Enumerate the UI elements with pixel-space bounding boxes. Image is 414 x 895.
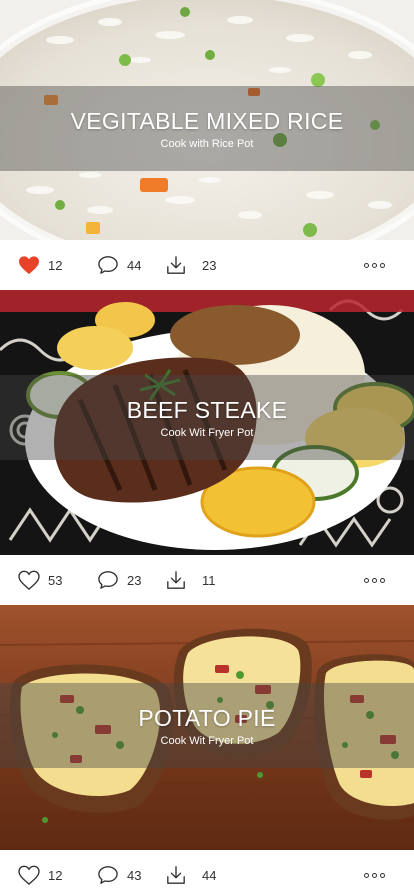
save-count: 23 [202, 257, 217, 273]
recipe-subtitle: Cook Wit Fryer Pot [160, 734, 254, 747]
comment-button[interactable]: 43 [97, 850, 141, 895]
recipe-photo[interactable]: BEEF STEAKE Cook Wit Fryer Pot [0, 290, 414, 555]
recipe-subtitle: Cook Wit Fryer Pot [160, 426, 254, 439]
like-count: 53 [48, 572, 63, 588]
heart-icon [19, 256, 39, 275]
like-button[interactable]: 53 [18, 555, 62, 605]
recipe-photo[interactable]: VEGITABLE MIXED RICE Cook with Rice Pot [0, 0, 414, 240]
like-button[interactable]: 12 [18, 850, 62, 895]
caption-overlay: BEEF STEAKE Cook Wit Fryer Pot [0, 375, 414, 460]
heart-icon [18, 570, 40, 590]
comment-count: 23 [127, 572, 142, 588]
recipe-title: BEEF STEAKE [126, 396, 288, 423]
recipe-card: VEGITABLE MIXED RICE Cook with Rice Pot … [0, 0, 414, 290]
like-count: 12 [48, 257, 63, 273]
recipe-subtitle: Cook with Rice Pot [160, 137, 254, 150]
download-icon [167, 571, 185, 589]
like-count: 12 [48, 867, 63, 883]
more-button[interactable] [364, 555, 385, 605]
comment-count: 43 [127, 867, 142, 883]
more-button[interactable] [364, 850, 385, 895]
comment-icon [98, 866, 118, 884]
save-button[interactable]: 11 [166, 555, 216, 605]
download-icon [167, 866, 185, 884]
comment-button[interactable]: 23 [97, 555, 141, 605]
comment-count: 44 [127, 257, 142, 273]
comment-icon [98, 571, 118, 589]
recipe-card: POTATO PIE Cook Wit Fryer Pot 12 43 44 [0, 605, 414, 895]
action-bar: 12 44 23 [0, 240, 414, 290]
recipe-title: POTATO PIE [138, 704, 276, 731]
more-icon [364, 577, 385, 583]
save-button[interactable]: 44 [166, 850, 216, 895]
download-icon [167, 256, 185, 274]
more-button[interactable] [364, 240, 385, 290]
more-icon [364, 872, 385, 878]
save-button[interactable]: 23 [166, 240, 216, 290]
more-icon [364, 262, 385, 268]
save-count: 44 [202, 867, 217, 883]
caption-overlay: POTATO PIE Cook Wit Fryer Pot [0, 683, 414, 768]
caption-overlay: VEGITABLE MIXED RICE Cook with Rice Pot [0, 86, 414, 171]
action-bar: 12 43 44 [0, 850, 414, 895]
recipe-photo[interactable]: POTATO PIE Cook Wit Fryer Pot [0, 605, 414, 850]
recipe-title: VEGITABLE MIXED RICE [70, 107, 344, 134]
heart-icon [18, 865, 40, 885]
recipe-card: BEEF STEAKE Cook Wit Fryer Pot 53 23 11 [0, 290, 414, 605]
comment-icon [98, 256, 118, 274]
comment-button[interactable]: 44 [97, 240, 141, 290]
like-button[interactable]: 12 [18, 240, 62, 290]
save-count: 11 [202, 572, 216, 588]
recipe-feed: VEGITABLE MIXED RICE Cook with Rice Pot … [0, 0, 414, 895]
action-bar: 53 23 11 [0, 555, 414, 605]
